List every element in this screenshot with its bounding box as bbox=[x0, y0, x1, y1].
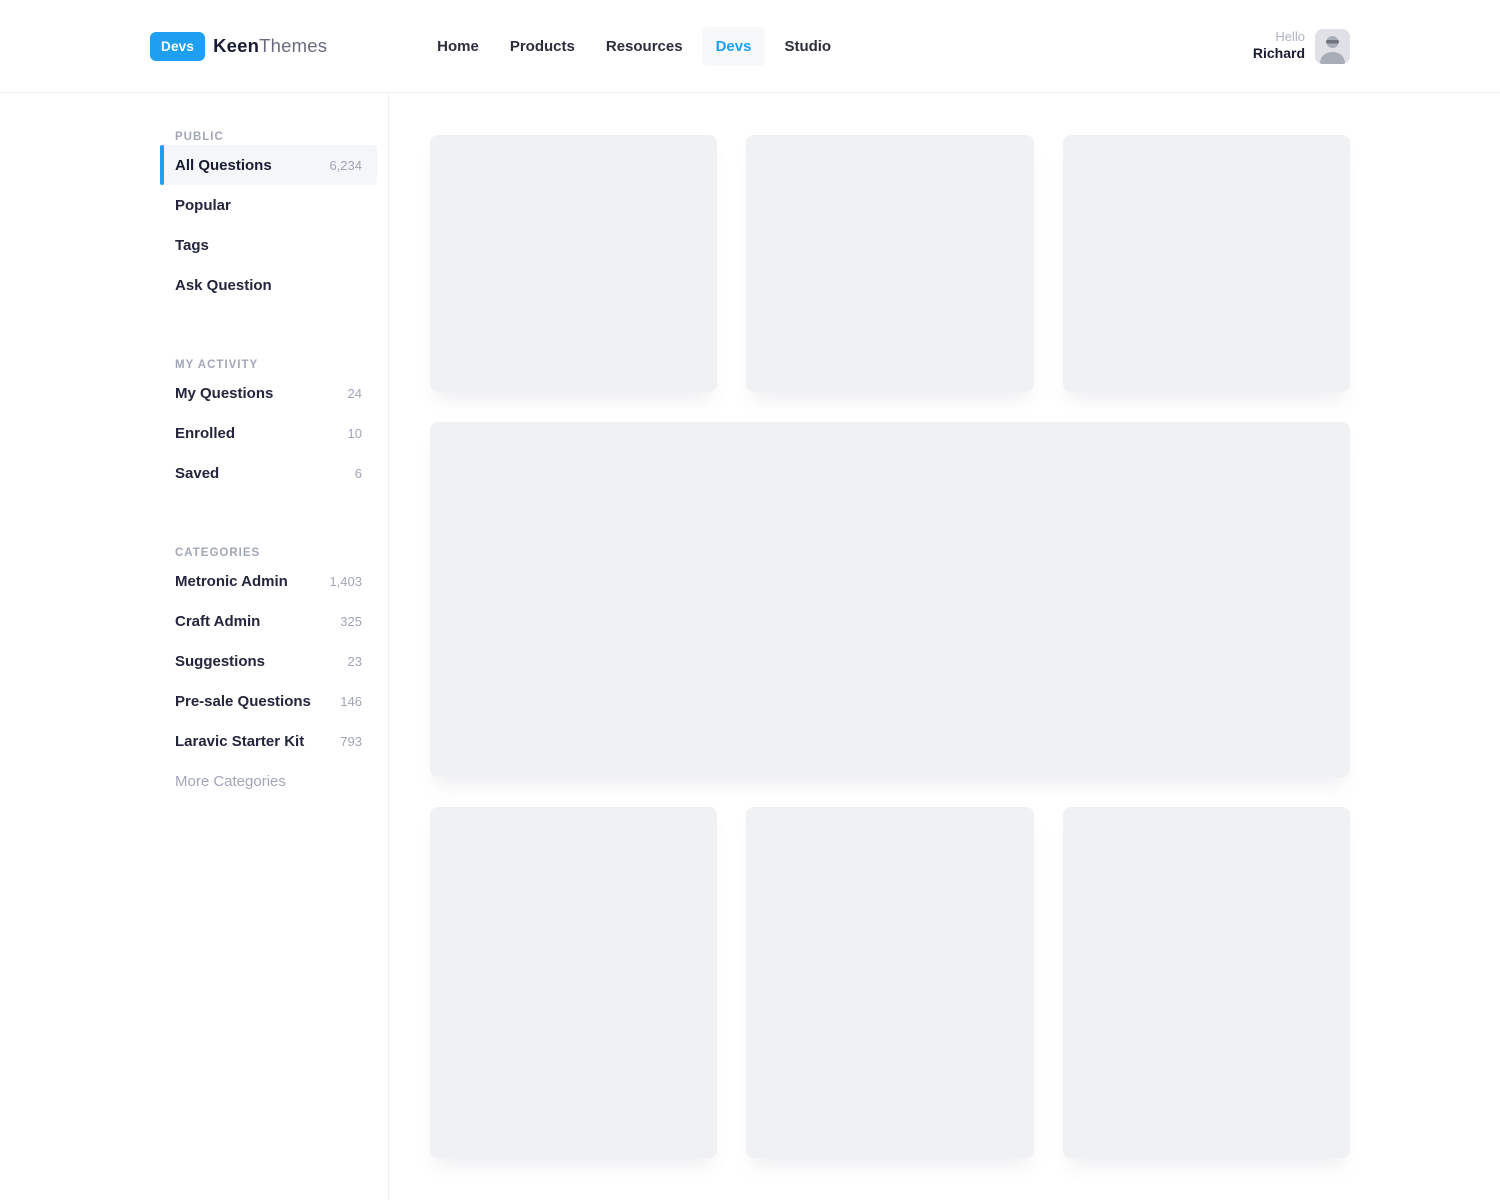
sidebar-item-label: Saved bbox=[175, 465, 219, 482]
sidebar-item-count: 793 bbox=[340, 734, 362, 749]
placeholder-card bbox=[430, 135, 717, 392]
sidebar-item-label: Metronic Admin bbox=[175, 573, 288, 590]
sidebar-item-count: 325 bbox=[340, 614, 362, 629]
sidebar-item-saved[interactable]: Saved 6 bbox=[160, 453, 377, 493]
placeholder-row-bottom bbox=[430, 807, 1350, 1158]
sidebar-item-pre-sale-questions[interactable]: Pre-sale Questions 146 bbox=[160, 681, 377, 721]
brand-name-light: Themes bbox=[259, 35, 327, 56]
placeholder-card-large bbox=[430, 422, 1350, 777]
section-heading-categories: CATEGORIES bbox=[160, 547, 377, 559]
section-heading-public: PUBLIC bbox=[160, 131, 377, 143]
sidebar-section-public: PUBLIC All Questions 6,234 Popular Tags … bbox=[160, 131, 377, 305]
sidebar-item-label: All Questions bbox=[175, 157, 272, 174]
devs-badge: Devs bbox=[150, 32, 205, 61]
sidebar-item-label: Popular bbox=[175, 197, 231, 214]
sidebar-item-label: Pre-sale Questions bbox=[175, 693, 311, 710]
avatar[interactable] bbox=[1315, 29, 1350, 64]
sidebar-item-suggestions[interactable]: Suggestions 23 bbox=[160, 641, 377, 681]
sidebar: PUBLIC All Questions 6,234 Popular Tags … bbox=[0, 93, 389, 1200]
sidebar-item-popular[interactable]: Popular bbox=[160, 185, 377, 225]
sidebar-item-label: Suggestions bbox=[175, 653, 265, 670]
sidebar-item-enrolled[interactable]: Enrolled 10 bbox=[160, 413, 377, 453]
sidebar-item-count: 24 bbox=[348, 386, 362, 401]
sidebar-section-my-activity: MY ACTIVITY My Questions 24 Enrolled 10 … bbox=[160, 359, 377, 493]
user-name: Richard bbox=[1253, 45, 1305, 63]
user-greeting: Hello bbox=[1253, 29, 1305, 45]
placeholder-card bbox=[1063, 807, 1350, 1158]
sidebar-item-my-questions[interactable]: My Questions 24 bbox=[160, 373, 377, 413]
brand-name: KeenThemes bbox=[213, 35, 327, 57]
nav-item-products[interactable]: Products bbox=[498, 27, 587, 66]
brand-name-bold: Keen bbox=[213, 35, 259, 56]
user-text: Hello Richard bbox=[1253, 29, 1305, 63]
main-content bbox=[389, 93, 1500, 1200]
sidebar-item-count: 6 bbox=[355, 466, 362, 481]
avatar-person-icon bbox=[1315, 29, 1350, 64]
sidebar-item-laravic-starter-kit[interactable]: Laravic Starter Kit 793 bbox=[160, 721, 377, 761]
sidebar-item-label: Laravic Starter Kit bbox=[175, 733, 304, 750]
user-menu[interactable]: Hello Richard bbox=[1253, 29, 1350, 64]
placeholder-card bbox=[746, 135, 1033, 392]
sidebar-item-craft-admin[interactable]: Craft Admin 325 bbox=[160, 601, 377, 641]
section-gap bbox=[160, 507, 377, 547]
page-body: PUBLIC All Questions 6,234 Popular Tags … bbox=[0, 93, 1500, 1200]
sidebar-item-label: More Categories bbox=[175, 773, 286, 790]
sidebar-item-ask-question[interactable]: Ask Question bbox=[160, 265, 377, 305]
placeholder-card bbox=[430, 807, 717, 1158]
sidebar-item-tags[interactable]: Tags bbox=[160, 225, 377, 265]
section-gap bbox=[160, 319, 377, 359]
main-nav: Home Products Resources Devs Studio bbox=[425, 27, 843, 66]
nav-item-home[interactable]: Home bbox=[425, 27, 491, 66]
placeholder-card bbox=[746, 807, 1033, 1158]
sidebar-item-count: 146 bbox=[340, 694, 362, 709]
sidebar-item-metronic-admin[interactable]: Metronic Admin 1,403 bbox=[160, 561, 377, 601]
placeholder-card bbox=[1063, 135, 1350, 392]
nav-item-studio[interactable]: Studio bbox=[772, 27, 843, 66]
sidebar-item-more-categories[interactable]: More Categories bbox=[160, 761, 377, 801]
section-heading-my-activity: MY ACTIVITY bbox=[160, 359, 377, 371]
sidebar-item-label: Craft Admin bbox=[175, 613, 260, 630]
placeholder-row-top bbox=[430, 135, 1350, 392]
sidebar-item-label: Ask Question bbox=[175, 277, 272, 294]
nav-item-resources[interactable]: Resources bbox=[594, 27, 695, 66]
sidebar-item-count: 1,403 bbox=[329, 574, 362, 589]
brand-logo[interactable]: Devs KeenThemes bbox=[150, 32, 327, 61]
sidebar-item-count: 23 bbox=[348, 654, 362, 669]
sidebar-section-categories: CATEGORIES Metronic Admin 1,403 Craft Ad… bbox=[160, 547, 377, 801]
sidebar-item-count: 10 bbox=[348, 426, 362, 441]
sidebar-item-all-questions[interactable]: All Questions 6,234 bbox=[160, 145, 377, 185]
nav-item-devs[interactable]: Devs bbox=[702, 27, 766, 66]
sidebar-item-label: Tags bbox=[175, 237, 209, 254]
sidebar-item-count: 6,234 bbox=[329, 158, 362, 173]
top-navbar: Devs KeenThemes Home Products Resources … bbox=[0, 0, 1500, 93]
sidebar-item-label: Enrolled bbox=[175, 425, 235, 442]
sidebar-item-label: My Questions bbox=[175, 385, 273, 402]
